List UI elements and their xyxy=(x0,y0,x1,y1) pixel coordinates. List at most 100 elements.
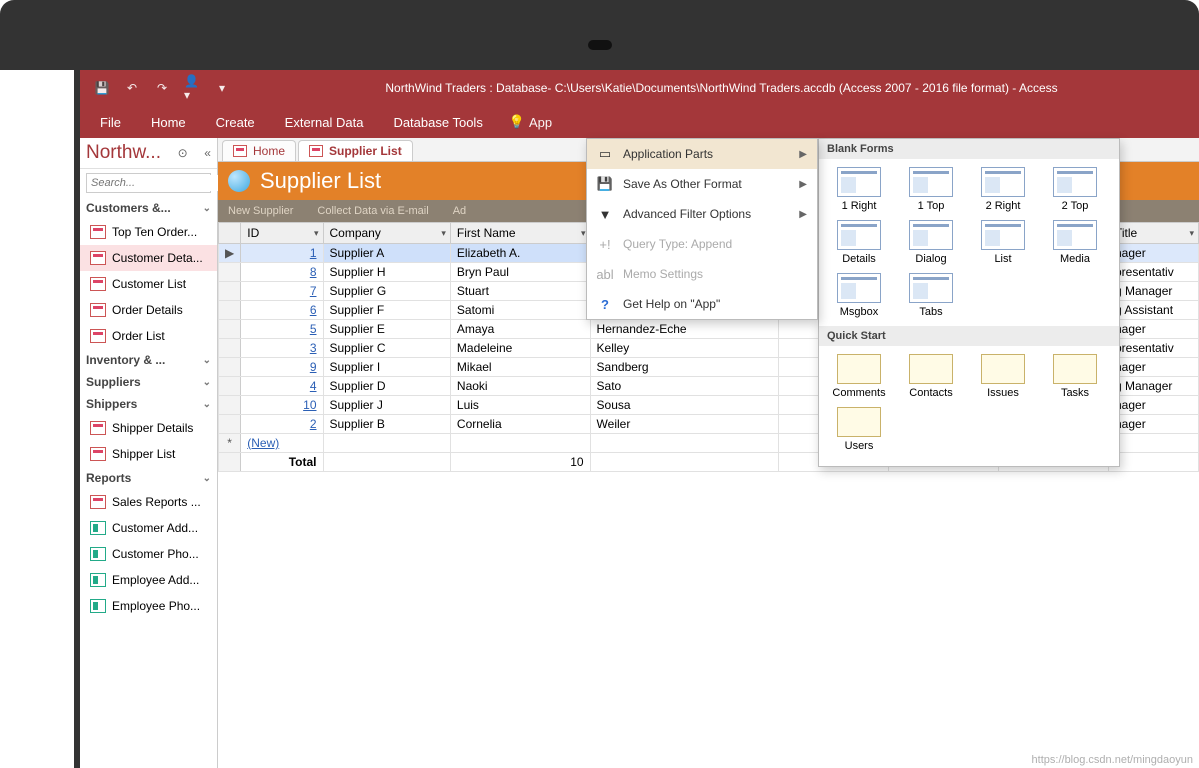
form-icon xyxy=(90,225,106,239)
cmd-new-supplier[interactable]: New Supplier xyxy=(228,205,293,217)
gallery-item[interactable]: Msgbox xyxy=(823,269,895,322)
cmd-collect-data[interactable]: Collect Data via E-mail xyxy=(317,205,428,217)
form-icon xyxy=(90,329,106,343)
application-parts-gallery[interactable]: Blank Forms 1 Right1 Top2 Right2 Top Detai… xyxy=(818,138,1120,467)
gallery-section-title: Blank Forms xyxy=(819,139,1119,159)
globe-icon xyxy=(228,170,250,192)
tab-home[interactable]: Home xyxy=(147,109,190,136)
nav-item[interactable]: Customer Pho... xyxy=(80,541,217,567)
gallery-thumb-icon xyxy=(1053,167,1097,197)
nav-item[interactable]: Top Ten Order... xyxy=(80,219,217,245)
column-header[interactable]: Company▾ xyxy=(323,223,450,244)
gallery-thumb-icon xyxy=(909,273,953,303)
nav-collapse-icon[interactable]: « xyxy=(204,146,211,160)
menu-icon: abl xyxy=(597,266,613,282)
undo-icon[interactable]: ↶ xyxy=(124,80,140,96)
gallery-thumb-icon xyxy=(1053,220,1097,250)
tell-me[interactable]: 💡App xyxy=(509,114,552,130)
gallery-thumb-icon xyxy=(837,220,881,250)
nav-item[interactable]: Employee Pho... xyxy=(80,593,217,619)
form-icon xyxy=(233,145,247,157)
document-tab[interactable]: Supplier List xyxy=(298,140,413,161)
column-header[interactable]: ID▾ xyxy=(241,223,323,244)
nav-title: Northw... xyxy=(86,142,161,164)
watermark: https://blog.csdn.net/mingdaoyun xyxy=(1032,754,1193,766)
gallery-item[interactable]: Dialog xyxy=(895,216,967,269)
gallery-item[interactable]: Details xyxy=(823,216,895,269)
save-icon[interactable]: 💾 xyxy=(94,80,110,96)
navigation-pane: Northw... ⊙ « 🔍 Customers &...⌄Top Ten O… xyxy=(80,138,218,768)
form-icon xyxy=(90,277,106,291)
document-tab[interactable]: Home xyxy=(222,140,296,161)
gallery-item[interactable]: Tabs xyxy=(895,269,967,322)
app-title: NorthWind Traders : Database- C:\Users\K… xyxy=(244,81,1199,95)
gallery-thumb-icon xyxy=(909,354,953,384)
redo-icon[interactable]: ↷ xyxy=(154,80,170,96)
gallery-item[interactable]: 2 Top xyxy=(1039,163,1111,216)
nav-search[interactable]: 🔍 xyxy=(86,173,211,193)
nav-group[interactable]: Inventory & ...⌄ xyxy=(80,349,217,371)
nav-item[interactable]: Customer List xyxy=(80,271,217,297)
user-icon[interactable]: 👤▾ xyxy=(184,80,200,96)
form-icon xyxy=(309,145,323,157)
gallery-thumb-icon xyxy=(837,273,881,303)
nav-group[interactable]: Suppliers⌄ xyxy=(80,371,217,393)
menu-item[interactable]: ▭Application Parts▶ xyxy=(587,139,817,169)
menu-item[interactable]: ▼Advanced Filter Options▶ xyxy=(587,199,817,229)
tab-database-tools[interactable]: Database Tools xyxy=(389,109,486,136)
nav-group[interactable]: Customers &...⌄ xyxy=(80,197,217,219)
tab-create[interactable]: Create xyxy=(212,109,259,136)
nav-group[interactable]: Shippers⌄ xyxy=(80,393,217,415)
nav-item[interactable]: Employee Add... xyxy=(80,567,217,593)
menu-icon: 💾 xyxy=(597,176,613,192)
gallery-thumb-icon xyxy=(837,167,881,197)
report-icon xyxy=(90,573,106,587)
menu-icon: ▼ xyxy=(597,206,613,222)
gallery-item[interactable]: Issues xyxy=(967,350,1039,403)
nav-item[interactable]: Shipper List xyxy=(80,441,217,467)
gallery-item[interactable]: List xyxy=(967,216,1039,269)
column-header[interactable]: Title▾ xyxy=(1109,223,1199,244)
tab-file[interactable]: File xyxy=(96,109,125,136)
gallery-thumb-icon xyxy=(837,354,881,384)
gallery-thumb-icon xyxy=(981,354,1025,384)
gallery-item[interactable]: 1 Right xyxy=(823,163,895,216)
gallery-item[interactable]: 1 Top xyxy=(895,163,967,216)
gallery-item[interactable]: Comments xyxy=(823,350,895,403)
gallery-thumb-icon xyxy=(981,167,1025,197)
gallery-thumb-icon xyxy=(909,220,953,250)
nav-dropdown-icon[interactable]: ⊙ xyxy=(178,146,188,160)
gallery-item[interactable]: 2 Right xyxy=(967,163,1039,216)
form-icon xyxy=(90,251,106,265)
nav-item[interactable]: Shipper Details xyxy=(80,415,217,441)
menu-item: +!Query Type: Append xyxy=(587,229,817,259)
ribbon-tabs: File Home Create External Data Database … xyxy=(80,106,1199,138)
cmd-add[interactable]: Ad xyxy=(453,205,466,217)
gallery-thumb-icon xyxy=(981,220,1025,250)
nav-item[interactable]: Order List xyxy=(80,323,217,349)
menu-item[interactable]: 💾Save As Other Format▶ xyxy=(587,169,817,199)
gallery-item[interactable]: Tasks xyxy=(1039,350,1111,403)
column-header[interactable]: First Name▾ xyxy=(450,223,590,244)
gallery-item[interactable]: Media xyxy=(1039,216,1111,269)
lightbulb-icon: 💡 xyxy=(509,114,525,130)
gallery-item[interactable]: Users xyxy=(823,403,895,456)
app-menu[interactable]: ▭Application Parts▶💾Save As Other Format… xyxy=(586,138,818,320)
nav-item[interactable]: Sales Reports ... xyxy=(80,489,217,515)
nav-item[interactable]: Customer Add... xyxy=(80,515,217,541)
search-input[interactable] xyxy=(87,175,238,191)
menu-item[interactable]: ?Get Help on "App" xyxy=(587,289,817,319)
form-icon xyxy=(90,303,106,317)
gallery-thumb-icon xyxy=(909,167,953,197)
menu-icon: ▭ xyxy=(597,146,613,162)
tab-external-data[interactable]: External Data xyxy=(281,109,368,136)
form-icon xyxy=(90,495,106,509)
gallery-item[interactable]: Contacts xyxy=(895,350,967,403)
nav-item[interactable]: Customer Deta... xyxy=(80,245,217,271)
form-icon xyxy=(90,421,106,435)
gallery-thumb-icon xyxy=(837,407,881,437)
nav-item[interactable]: Order Details xyxy=(80,297,217,323)
qat-more-icon[interactable]: ▾ xyxy=(214,80,230,96)
nav-group[interactable]: Reports⌄ xyxy=(80,467,217,489)
report-icon xyxy=(90,521,106,535)
